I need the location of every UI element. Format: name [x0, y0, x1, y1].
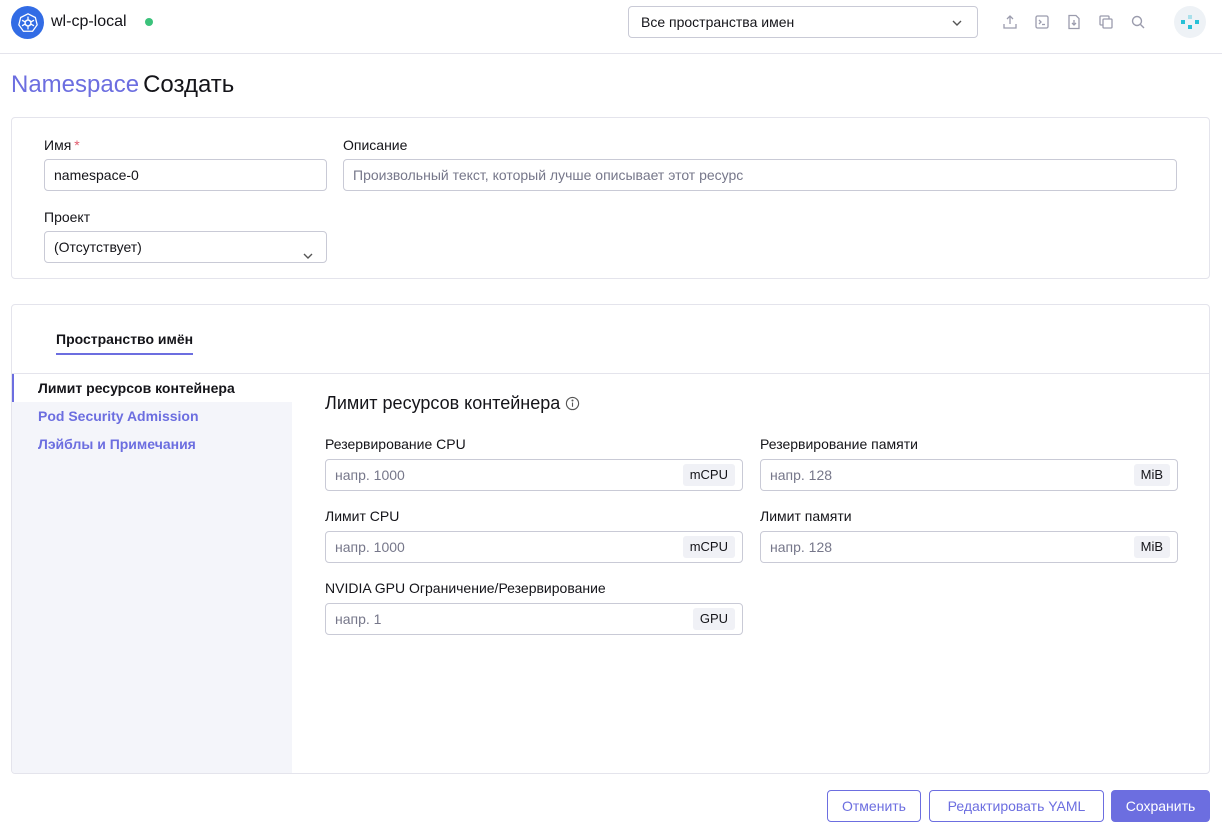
search-icon[interactable]: [1129, 13, 1147, 31]
gpu-limit-label: NVIDIA GPU Ограничение/Резервирование: [325, 580, 606, 596]
cpu-reservation-input[interactable]: напр. 1000 mCPU: [325, 459, 743, 491]
gpu-limit-unit: GPU: [692, 608, 735, 630]
memory-reservation-unit: MiB: [1133, 464, 1170, 486]
project-select-value: (Отсутствует): [54, 239, 142, 255]
side-nav: Лимит ресурсов контейнера Pod Security A…: [12, 374, 292, 773]
namespace-filter-select[interactable]: Все пространства имен: [628, 6, 978, 38]
page-title-action: Создать: [143, 71, 235, 98]
save-button[interactable]: Сохранить: [1111, 790, 1210, 822]
cpu-reservation-unit: mCPU: [682, 464, 735, 486]
tab-namespace[interactable]: Пространство имён: [56, 331, 194, 355]
cpu-reservation-label: Резервирование CPU: [325, 436, 466, 452]
edit-yaml-button[interactable]: Редактировать YAML: [929, 790, 1104, 822]
copy-kubeconfig-icon[interactable]: [1097, 13, 1115, 31]
cpu-limit-label: Лимит CPU: [325, 508, 400, 524]
section-title: Лимит ресурсов контейнера: [325, 393, 580, 414]
side-nav-container-limits[interactable]: Лимит ресурсов контейнера: [12, 374, 292, 402]
cluster-name[interactable]: wl-cp-local: [51, 13, 127, 31]
namespace-config-card: Пространство имён Лимит ресурсов контейн…: [11, 304, 1210, 774]
kubectl-shell-icon[interactable]: [1033, 13, 1051, 31]
cluster-status-dot: [145, 18, 153, 26]
cpu-limit-unit: mCPU: [682, 536, 735, 558]
gpu-limit-input[interactable]: напр. 1 GPU: [325, 603, 743, 635]
description-input[interactable]: Произвольный текст, который лучше описыв…: [343, 159, 1177, 191]
cpu-limit-input[interactable]: напр. 1000 mCPU: [325, 531, 743, 563]
description-label: Описание: [343, 137, 408, 153]
kubernetes-logo-icon[interactable]: [11, 6, 44, 39]
page-title: Namespace Создать: [11, 71, 234, 99]
top-header: wl-cp-local Все пространства имен: [0, 0, 1222, 54]
import-yaml-icon[interactable]: [1001, 13, 1019, 31]
namespace-details-card: Имя * namespace-0 Описание Произвольный т…: [11, 117, 1210, 279]
page-title-resource[interactable]: Namespace: [11, 71, 139, 98]
project-select[interactable]: (Отсутствует): [44, 231, 327, 263]
memory-limit-label: Лимит памяти: [760, 508, 852, 524]
tab-strip: Пространство имён: [12, 305, 1209, 374]
chevron-down-icon: [951, 16, 963, 32]
name-input[interactable]: namespace-0: [44, 159, 327, 191]
download-kubeconfig-icon[interactable]: [1065, 13, 1083, 31]
memory-limit-unit: MiB: [1133, 536, 1170, 558]
required-marker: *: [74, 137, 80, 153]
name-label: Имя *: [44, 137, 80, 153]
memory-reservation-input[interactable]: напр. 128 MiB: [760, 459, 1178, 491]
side-nav-pod-security-admission[interactable]: Pod Security Admission: [12, 402, 292, 430]
chevron-down-icon: [302, 242, 314, 262]
memory-limit-input[interactable]: напр. 128 MiB: [760, 531, 1178, 563]
user-avatar[interactable]: [1174, 6, 1206, 38]
info-icon[interactable]: [565, 396, 580, 411]
side-nav-labels-annotations[interactable]: Лэйблы и Примечания: [12, 430, 292, 458]
project-label: Проект: [44, 209, 91, 225]
cancel-button[interactable]: Отменить: [827, 790, 921, 822]
memory-reservation-label: Резервирование памяти: [760, 436, 918, 452]
namespace-filter-value: Все пространства имен: [641, 14, 795, 30]
